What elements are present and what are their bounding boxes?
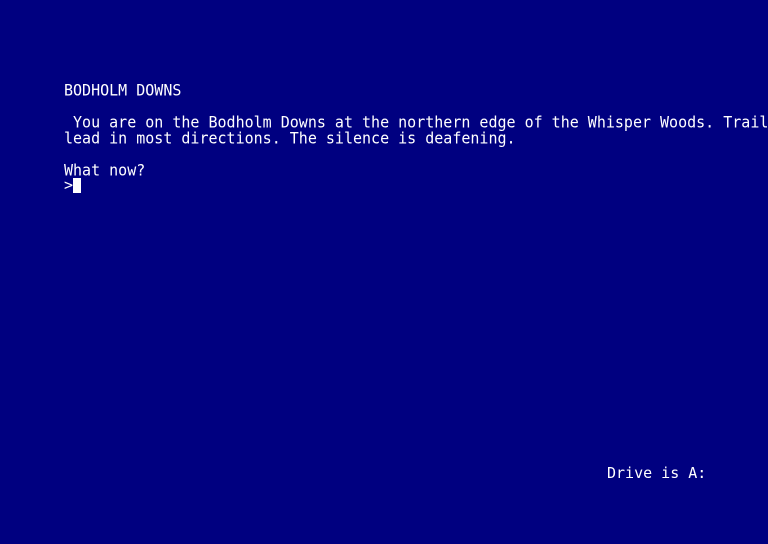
drive-status: Drive is A: [607, 464, 707, 482]
command-input[interactable]: > [64, 176, 82, 194]
text-cursor [73, 177, 82, 193]
game-screen: BODHOLM DOWNS You are on the Bodholm Dow… [0, 0, 768, 544]
prompt-symbol: > [64, 176, 74, 194]
room-title: BODHOLM DOWNS [64, 80, 182, 100]
room-description-line-2: lead in most directions. The silence is … [64, 128, 516, 148]
